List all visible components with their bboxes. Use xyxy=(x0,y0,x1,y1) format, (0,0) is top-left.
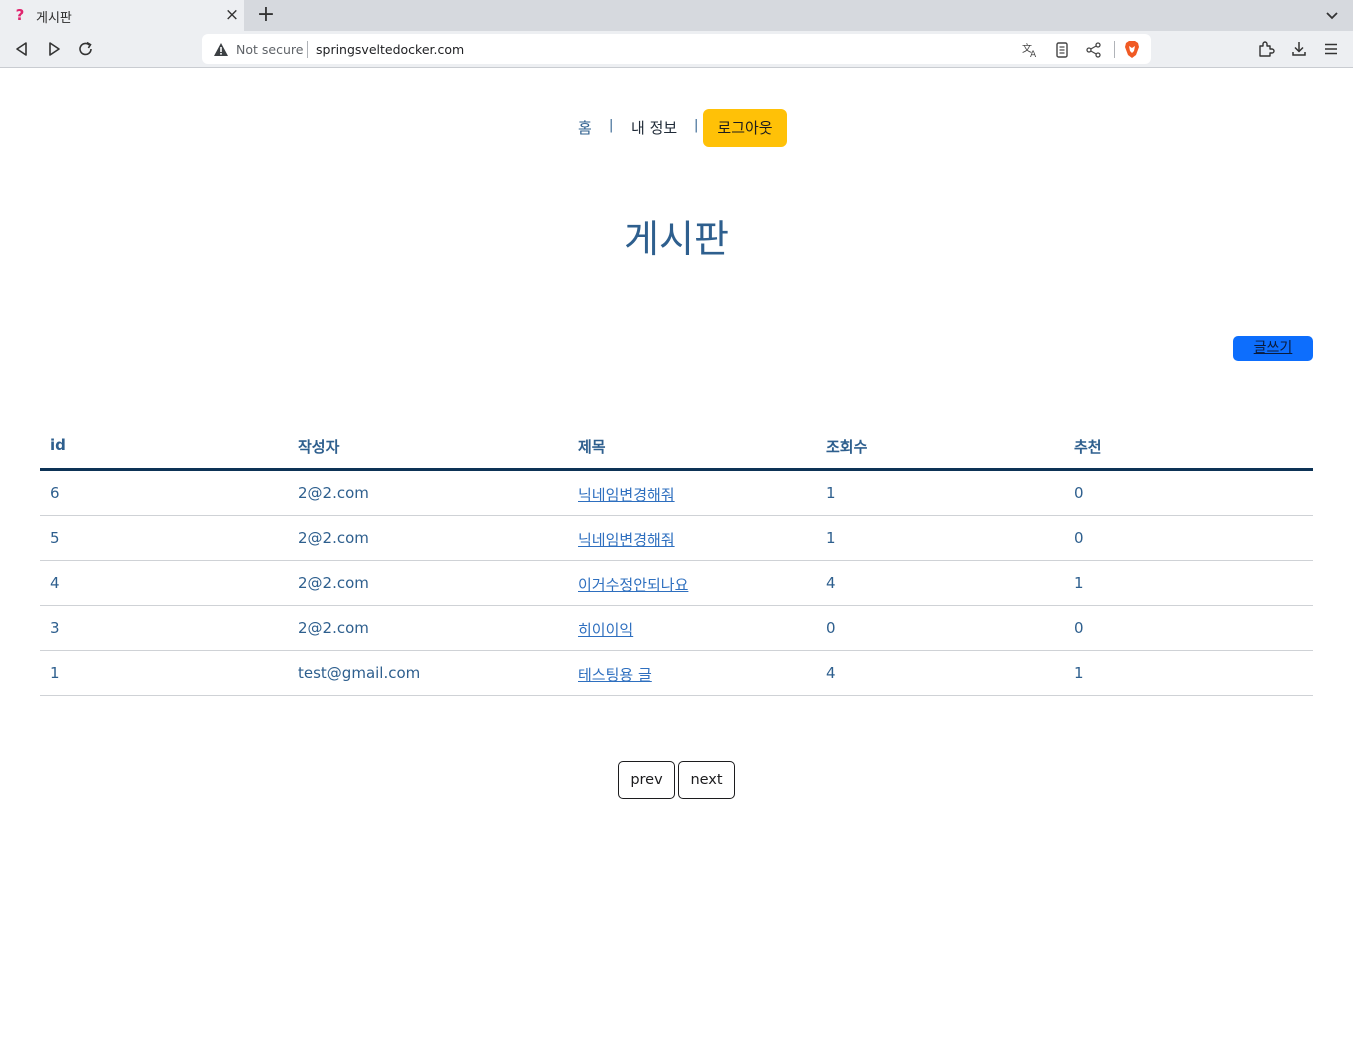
nav-separator: | xyxy=(694,118,699,133)
nav-home-link[interactable]: 홈 xyxy=(578,117,592,138)
cell-id: 6 xyxy=(50,484,60,502)
cell-id: 1 xyxy=(50,664,60,682)
site-favicon-icon: ? xyxy=(15,6,25,24)
post-title-link[interactable]: 히이이익 xyxy=(578,619,633,640)
column-header-id: id xyxy=(50,436,66,454)
security-status[interactable]: Not secure xyxy=(236,42,303,57)
post-title-link[interactable]: 닉네임변경해줘 xyxy=(578,484,675,505)
top-nav: 홈 | 내 정보 | 로그아웃 xyxy=(0,109,1353,147)
column-header-likes: 추천 xyxy=(1074,438,1102,456)
cell-views: 0 xyxy=(826,619,836,637)
cell-author: 2@2.com xyxy=(298,484,369,502)
post-title-link[interactable]: 테스팅용 글 xyxy=(578,664,652,685)
next-page-button[interactable]: next xyxy=(678,761,735,799)
cell-id: 4 xyxy=(50,574,60,592)
nav-my-info-link[interactable]: 내 정보 xyxy=(631,117,677,138)
table-row: 1 test@gmail.com 테스팅용 글 4 1 xyxy=(40,651,1313,696)
write-post-button[interactable]: 글쓰기 xyxy=(1233,336,1313,361)
address-bar[interactable]: Not secure springsveltedocker.com 文 A xyxy=(202,34,1151,64)
back-icon[interactable] xyxy=(12,40,32,58)
new-tab-icon[interactable]: + xyxy=(255,3,277,27)
cell-likes: 1 xyxy=(1074,574,1084,592)
tab-title: 게시판 xyxy=(36,11,72,26)
column-header-views: 조회수 xyxy=(826,438,868,456)
cell-author: test@gmail.com xyxy=(298,664,421,682)
cell-likes: 1 xyxy=(1074,664,1084,682)
prev-page-button[interactable]: prev xyxy=(618,761,675,799)
reader-mode-icon[interactable] xyxy=(1053,41,1071,59)
post-title-link[interactable]: 닉네임변경해줘 xyxy=(578,529,675,550)
cell-id: 3 xyxy=(50,619,60,637)
column-header-title: 제목 xyxy=(578,438,606,456)
page-title: 게시판 xyxy=(624,217,729,261)
table-row: 4 2@2.com 이거수정안되나요 4 1 xyxy=(40,561,1313,606)
column-header-author: 작성자 xyxy=(298,438,340,456)
reload-icon[interactable] xyxy=(76,40,96,58)
cell-views: 4 xyxy=(826,574,836,592)
cell-likes: 0 xyxy=(1074,619,1084,637)
brave-divider xyxy=(1114,41,1115,58)
cell-author: 2@2.com xyxy=(298,529,369,547)
cell-views: 1 xyxy=(826,529,836,547)
menu-icon[interactable] xyxy=(1322,40,1340,58)
cell-id: 5 xyxy=(50,529,60,547)
share-icon[interactable] xyxy=(1085,41,1103,59)
url-text[interactable]: springsveltedocker.com xyxy=(316,42,464,57)
warning-icon[interactable] xyxy=(213,42,229,57)
tab-close-icon[interactable]: × xyxy=(223,5,241,25)
browser-tab[interactable]: ? 게시판 × xyxy=(0,0,244,31)
translate-icon[interactable]: 文 A xyxy=(1021,41,1039,59)
extensions-icon[interactable] xyxy=(1257,40,1275,58)
tab-list-chevron-down-icon[interactable] xyxy=(1323,6,1341,24)
browser-toolbar: Not secure springsveltedocker.com 文 A xyxy=(0,31,1353,68)
cell-likes: 0 xyxy=(1074,529,1084,547)
download-icon[interactable] xyxy=(1290,40,1308,58)
cell-author: 2@2.com xyxy=(298,619,369,637)
url-divider xyxy=(307,41,308,58)
table-row: 3 2@2.com 히이이익 0 0 xyxy=(40,606,1313,651)
cell-likes: 0 xyxy=(1074,484,1084,502)
table-row: 5 2@2.com 닉네임변경해줘 1 0 xyxy=(40,516,1313,561)
table-row: 6 2@2.com 닉네임변경해줘 1 0 xyxy=(40,471,1313,516)
table-header: id 작성자 제목 조회수 추천 xyxy=(40,423,1313,471)
browser-tabstrip: ? 게시판 × + xyxy=(0,0,1353,31)
nav-separator: | xyxy=(609,118,614,133)
svg-text:A: A xyxy=(1030,50,1037,59)
logout-button[interactable]: 로그아웃 xyxy=(703,109,787,147)
post-title-link[interactable]: 이거수정안되나요 xyxy=(578,574,688,595)
cell-views: 1 xyxy=(826,484,836,502)
cell-author: 2@2.com xyxy=(298,574,369,592)
brave-shields-icon[interactable] xyxy=(1123,40,1141,59)
forward-icon[interactable] xyxy=(44,40,64,58)
cell-views: 4 xyxy=(826,664,836,682)
